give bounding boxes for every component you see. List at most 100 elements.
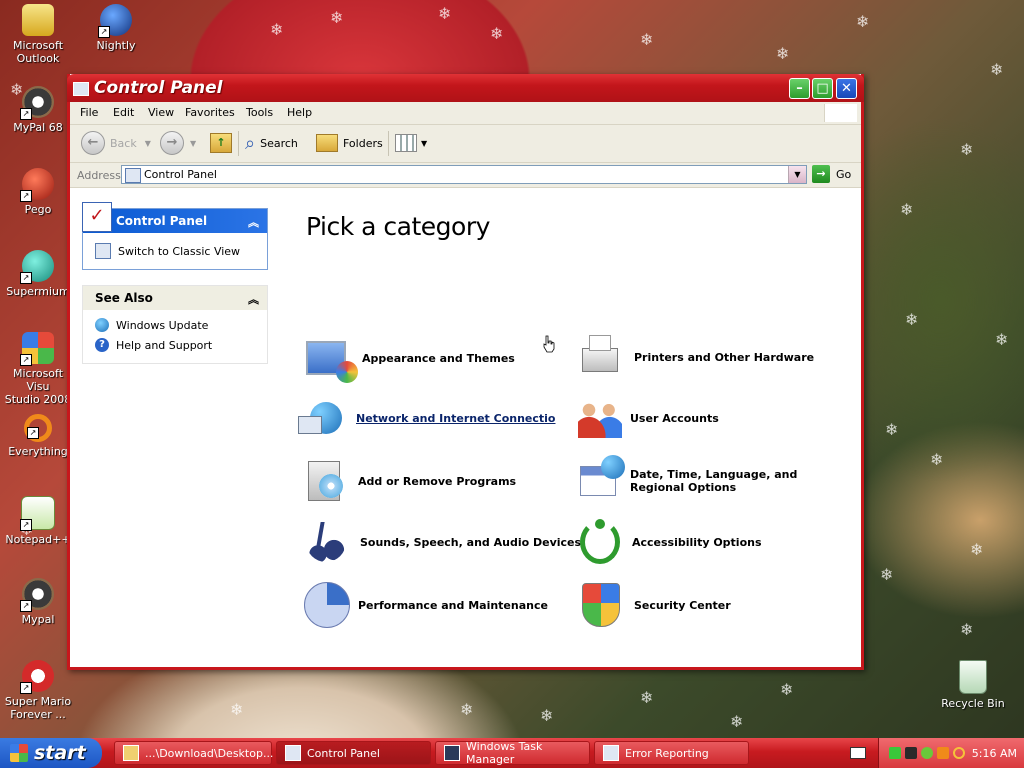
printer-icon bbox=[582, 335, 618, 372]
forward-button[interactable]: → ▼ bbox=[160, 131, 196, 155]
category-label: Network and Internet Connectio bbox=[356, 411, 556, 425]
notepadpp-icon: ↗ bbox=[20, 496, 55, 531]
windows-update-label: Windows Update bbox=[116, 318, 209, 332]
category-security-center[interactable]: Security Center bbox=[576, 580, 731, 630]
minimize-button[interactable]: – bbox=[789, 78, 810, 99]
switch-view-label: Switch to Classic View bbox=[118, 244, 241, 258]
category-performance-and-maintenance[interactable]: Performance and Maintenance bbox=[302, 580, 548, 630]
go-button[interactable]: → Go bbox=[812, 165, 851, 183]
accessibility-icon bbox=[580, 519, 620, 564]
collapse-chevron-icon[interactable]: ︽ bbox=[248, 291, 259, 307]
toolbar: ← Back ▼ → ▼ ↑ ⌕ Search Folders ▼ bbox=[70, 125, 861, 163]
desktop-icon-mypal[interactable]: ↗ Mypal bbox=[0, 578, 76, 626]
taskbar-item-error-reporting[interactable]: Error Reporting bbox=[594, 741, 749, 765]
category-network-and-internet[interactable]: Network and Internet Connectio bbox=[298, 394, 556, 442]
control-panel-checkmark-icon: ✓ bbox=[82, 202, 112, 232]
see-also-header[interactable]: See Also ︽ bbox=[83, 286, 267, 310]
category-user-accounts[interactable]: User Accounts bbox=[576, 394, 719, 442]
address-dropdown-icon[interactable]: ▼ bbox=[788, 166, 806, 183]
help-and-support-link[interactable]: ? Help and Support bbox=[95, 338, 212, 352]
taskbar-item-label: Windows Task Manager bbox=[466, 740, 543, 766]
menu-tools[interactable]: Tools bbox=[246, 106, 273, 119]
security-shield-icon bbox=[582, 583, 620, 627]
close-button[interactable]: ✕ bbox=[836, 78, 857, 99]
address-field[interactable]: Control Panel ▼ bbox=[121, 165, 807, 184]
tray-network-icon[interactable] bbox=[905, 747, 917, 759]
desktop-icon-nightly[interactable]: ↗ Nightly bbox=[78, 4, 154, 52]
desktop-icon-recycle-bin[interactable]: Recycle Bin bbox=[935, 660, 1011, 710]
back-arrow-icon: ← bbox=[81, 131, 105, 155]
menu-file[interactable]: File bbox=[80, 106, 98, 119]
up-folder-icon: ↑ bbox=[210, 133, 232, 153]
desktop-icon-label: Notepad++ bbox=[5, 533, 71, 546]
views-button[interactable]: ▼ bbox=[395, 131, 427, 155]
desktop-icon-notepadpp[interactable]: ↗ Notepad++ bbox=[0, 496, 76, 546]
category-date-time-language[interactable]: Date, Time, Language, and Regional Optio… bbox=[576, 455, 797, 506]
desktop-icon-label: MyPal 68 bbox=[13, 121, 63, 134]
control-panel-icon bbox=[285, 745, 301, 761]
network-icon bbox=[298, 402, 342, 434]
tray-green-icon[interactable] bbox=[889, 747, 901, 759]
title-bar[interactable]: Control Panel – □ ✕ bbox=[67, 74, 864, 102]
error-reporting-icon bbox=[603, 745, 619, 761]
clock[interactable]: 5:16 AM bbox=[972, 747, 1017, 760]
taskbar-item-task-manager[interactable]: Windows Task Manager bbox=[435, 740, 590, 766]
start-label: start bbox=[34, 742, 86, 764]
category-label: Appearance and Themes bbox=[362, 351, 515, 365]
desktop-icon-label: Microsoft Visu Studio 2008 bbox=[4, 367, 72, 406]
menu-help[interactable]: Help bbox=[287, 106, 312, 119]
search-label: Search bbox=[260, 136, 298, 150]
forward-dropdown-icon[interactable]: ▼ bbox=[190, 139, 196, 148]
category-printers-and-hardware[interactable]: Printers and Other Hardware bbox=[576, 332, 814, 382]
outlook-icon bbox=[22, 4, 54, 36]
windows-update-link[interactable]: Windows Update bbox=[95, 318, 208, 332]
views-icon bbox=[395, 134, 417, 152]
collapse-chevron-icon[interactable]: ︽ bbox=[248, 214, 259, 230]
desktop-icon-outlook[interactable]: Microsoft Outlook bbox=[0, 4, 76, 65]
see-also-title: See Also bbox=[95, 291, 153, 305]
views-dropdown-icon: ▼ bbox=[421, 138, 428, 148]
back-label: Back bbox=[110, 136, 137, 150]
menu-favorites[interactable]: Favorites bbox=[185, 106, 235, 119]
category-label: Accessibility Options bbox=[632, 535, 762, 549]
classic-view-icon bbox=[95, 243, 111, 259]
desktop-icon-visual-studio[interactable]: ↗ Microsoft Visu Studio 2008 bbox=[0, 332, 76, 406]
taskbar-item-control-panel[interactable]: Control Panel bbox=[276, 741, 431, 765]
desktop-icon-label: Mypal bbox=[21, 613, 55, 626]
task-pane-header[interactable]: ✓ Control Panel ︽ bbox=[82, 202, 267, 233]
keyboard-icon[interactable] bbox=[850, 747, 866, 759]
taskbar: start ...\Download\Desktop... Control Pa… bbox=[0, 738, 1024, 768]
category-label: Printers and Other Hardware bbox=[634, 350, 815, 364]
category-add-or-remove-programs[interactable]: Add or Remove Programs bbox=[302, 456, 516, 506]
task-pane-title: Control Panel bbox=[116, 214, 208, 228]
taskbar-item-explorer[interactable]: ...\Download\Desktop... bbox=[114, 741, 273, 765]
desktop-icon-super-mario[interactable]: ↗ Super Mario Forever ... bbox=[0, 660, 76, 721]
tray-paint-icon[interactable] bbox=[937, 747, 949, 759]
windows-update-icon bbox=[95, 318, 109, 332]
category-appearance-and-themes[interactable]: Appearance and Themes bbox=[302, 332, 515, 384]
address-label: Address bbox=[77, 169, 121, 182]
back-button[interactable]: ← Back ▼ bbox=[81, 131, 151, 155]
up-folder-button[interactable]: ↑ bbox=[210, 131, 232, 155]
category-label-wrap: Date, Time, Language, and Regional Optio… bbox=[630, 468, 797, 494]
category-label: Performance and Maintenance bbox=[358, 598, 548, 612]
menu-view[interactable]: View bbox=[148, 106, 174, 119]
folders-button[interactable]: Folders bbox=[316, 131, 383, 155]
menu-edit[interactable]: Edit bbox=[113, 106, 134, 119]
back-dropdown-icon[interactable]: ▼ bbox=[145, 139, 151, 148]
maximize-button[interactable]: □ bbox=[812, 78, 833, 99]
search-button[interactable]: ⌕ Search bbox=[245, 131, 298, 155]
category-accessibility-options[interactable]: Accessibility Options bbox=[576, 518, 762, 566]
desktop-icon-supermium[interactable]: ↗ Supermium bbox=[0, 250, 76, 298]
tray-app-icon[interactable] bbox=[921, 747, 933, 759]
switch-to-classic-view-link[interactable]: Switch to Classic View bbox=[95, 243, 240, 259]
go-label: Go bbox=[836, 167, 852, 181]
desktop-icon-pego[interactable]: ↗ Pego bbox=[0, 168, 76, 216]
desktop-icon-mypal68[interactable]: ↗ MyPal 68 bbox=[0, 86, 76, 134]
folders-label: Folders bbox=[343, 136, 383, 150]
tray-search-icon[interactable] bbox=[953, 747, 965, 759]
category-sounds-speech-audio[interactable]: Sounds, Speech, and Audio Devices bbox=[302, 518, 581, 566]
start-button[interactable]: start bbox=[0, 738, 102, 768]
desktop-icon-everything[interactable]: ↗ Everything bbox=[0, 414, 76, 458]
desktop-icon-label: Nightly bbox=[96, 39, 136, 52]
